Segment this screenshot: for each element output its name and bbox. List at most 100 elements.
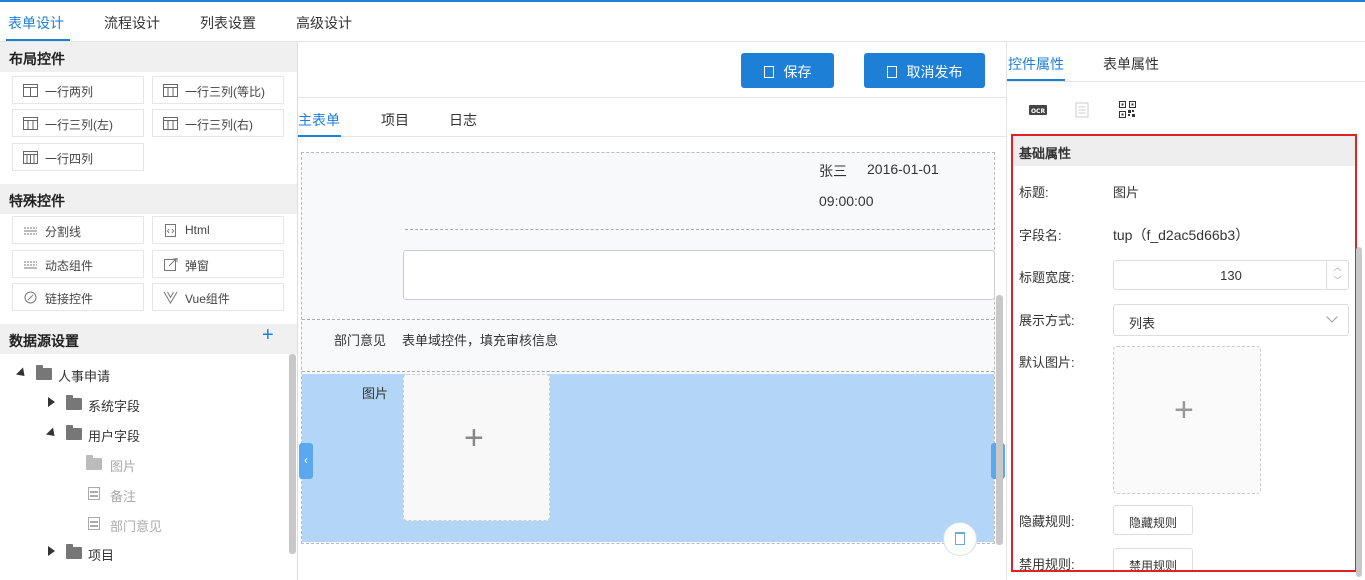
control-label: 一行三列(右) — [185, 118, 253, 132]
display-mode-select[interactable]: 列表 — [1113, 304, 1349, 336]
caret-down-icon[interactable] — [45, 427, 59, 440]
tree-node-image[interactable]: 图片 — [86, 454, 286, 474]
control-link[interactable]: 链接控件 — [12, 283, 144, 311]
save-button-label: 保存 — [783, 64, 812, 80]
add-datasource-button[interactable]: + — [262, 325, 274, 345]
dynamic-component-icon — [24, 261, 37, 269]
top-nav: 表单设计 流程设计 列表设置 高级设计 — [0, 2, 1365, 42]
external-link-icon — [164, 258, 178, 271]
control-three-columns-right[interactable]: 一行三列(右) — [152, 109, 284, 137]
properties-tabs: 控件属性 表单属性 — [1007, 42, 1365, 82]
number-stepper[interactable]: ︿ ﹀ — [1326, 261, 1348, 289]
title-prop-value: 图片 — [1113, 185, 1140, 200]
form-canvas-area: 保存 取消发布 主表单 项目 日志 张三 2016-01-01 09:00:00… — [298, 42, 1006, 580]
unpublish-button[interactable]: 取消发布 — [864, 53, 985, 88]
properties-scrollbar[interactable] — [1356, 247, 1362, 577]
save-icon — [763, 66, 774, 78]
tab-flow-design[interactable]: 流程设计 — [104, 13, 160, 33]
table-icon — [23, 84, 38, 97]
control-label: 链接控件 — [45, 292, 94, 306]
document-icon[interactable] — [1075, 102, 1089, 118]
default-image-upload[interactable]: + — [1113, 346, 1261, 494]
properties-panel: 控件属性 表单属性 OCR 基础属性 标题: 图片 字段名: tup（f_d2a… — [1006, 42, 1365, 580]
left-scrollbar[interactable] — [289, 354, 296, 554]
disable-rule-button[interactable]: 禁用规则 — [1113, 548, 1193, 570]
control-divider[interactable]: 分割线 — [12, 216, 144, 244]
active-subtab-underline — [298, 135, 341, 137]
active-rtab-underline — [1007, 79, 1065, 81]
control-three-columns-left[interactable]: 一行三列(左) — [12, 109, 144, 137]
folder-icon — [66, 544, 82, 559]
chevron-down-icon — [1326, 311, 1338, 323]
tab-form-properties[interactable]: 表单属性 — [1103, 54, 1159, 74]
svg-text:OCR: OCR — [1031, 108, 1046, 115]
control-html[interactable]: Html — [152, 216, 284, 244]
control-label: 一行四列 — [45, 152, 94, 166]
tab-control-properties[interactable]: 控件属性 — [1008, 54, 1064, 74]
canvas-scrollbar[interactable] — [996, 295, 1003, 545]
control-four-columns[interactable]: 一行四列 — [12, 143, 144, 171]
tree-node-remark[interactable]: 备注 — [86, 484, 286, 504]
table-icon — [163, 117, 178, 130]
row-separator — [302, 371, 994, 372]
dept-opinion-label: 部门意见 — [334, 333, 387, 348]
save-button[interactable]: 保存 — [741, 53, 834, 88]
control-label: 一行两列 — [45, 85, 94, 99]
tree-node-project[interactable]: 项目 — [46, 543, 246, 563]
caret-down-icon[interactable] — [15, 367, 29, 380]
tree-node-user-fields[interactable]: 用户字段 — [45, 424, 246, 444]
disable-rule-label: 禁用规则: — [1019, 557, 1075, 572]
collapse-left-handle[interactable]: ‹ — [299, 443, 313, 479]
remark-textarea[interactable] — [403, 250, 995, 300]
control-popup[interactable]: 弹窗 — [152, 250, 284, 278]
tab-form-design[interactable]: 表单设计 — [8, 13, 64, 33]
link-icon — [24, 291, 37, 304]
tree-node-hr-request[interactable]: 人事申请 — [15, 364, 216, 384]
qrcode-icon[interactable] — [1119, 101, 1136, 118]
tab-log[interactable]: 日志 — [449, 110, 477, 130]
control-dynamic-component[interactable]: 动态组件 — [12, 250, 144, 278]
image-upload-box[interactable]: + — [403, 374, 550, 521]
control-label: 分割线 — [45, 225, 82, 239]
image-field-label: 图片 — [362, 386, 389, 401]
chevron-down-icon[interactable]: ﹀ — [1327, 274, 1348, 287]
tab-advanced-design[interactable]: 高级设计 — [296, 13, 352, 33]
caret-right-icon[interactable] — [48, 397, 55, 407]
tab-list-settings[interactable]: 列表设置 — [200, 13, 256, 33]
tab-project[interactable]: 项目 — [381, 110, 409, 130]
field-icon — [88, 487, 100, 500]
form-canvas: 张三 2016-01-01 09:00:00 部门意见 表单域控件，填充审核信息… — [301, 152, 995, 556]
control-three-columns-equal[interactable]: 一行三列(等比) — [152, 76, 284, 104]
title-width-input[interactable]: 130 ︿ ﹀ — [1113, 260, 1349, 290]
control-vue-component[interactable]: Vue组件 — [152, 283, 284, 311]
special-controls-header: 特殊控件 — [0, 184, 297, 214]
control-label: 一行三列(等比) — [185, 85, 265, 99]
selected-image-field[interactable]: 图片 + — [302, 374, 994, 542]
form-subtabs: 主表单 项目 日志 — [298, 97, 1006, 137]
field-icon — [88, 517, 100, 530]
control-two-columns[interactable]: 一行两列 — [12, 76, 144, 104]
apply-time: 09:00:00 — [819, 193, 874, 209]
field-name-label: 字段名: — [1019, 228, 1062, 243]
tree-node-system-fields[interactable]: 系统字段 — [46, 394, 246, 414]
hide-rule-button[interactable]: 隐藏规则 — [1113, 505, 1193, 535]
trash-icon — [955, 532, 965, 545]
folder-icon — [36, 365, 52, 380]
apply-date: 2016-01-01 — [867, 161, 939, 177]
datasource-header: 数据源设置 — [0, 324, 297, 354]
dept-opinion-value: 表单域控件，填充审核信息 — [402, 333, 559, 348]
chevron-up-icon[interactable]: ︿ — [1327, 261, 1348, 274]
delete-field-button[interactable] — [943, 522, 977, 556]
unpublish-button-label: 取消发布 — [906, 64, 963, 80]
caret-right-icon[interactable] — [48, 546, 55, 556]
tree-node-dept-opinion[interactable]: 部门意见 — [86, 514, 286, 534]
plus-icon: + — [464, 419, 484, 457]
ocr-icon[interactable]: OCR — [1029, 103, 1047, 117]
control-label: Html — [185, 223, 210, 237]
tree-label: 部门意见 — [110, 519, 163, 534]
control-label: 弹窗 — [185, 259, 210, 273]
tab-main-form[interactable]: 主表单 — [298, 110, 340, 130]
active-tab-underline — [6, 39, 70, 41]
basic-properties-section: 基础属性 标题: 图片 字段名: tup（f_d2ac5d66b3） 标题宽度:… — [1011, 134, 1357, 572]
row-separator — [302, 319, 994, 320]
